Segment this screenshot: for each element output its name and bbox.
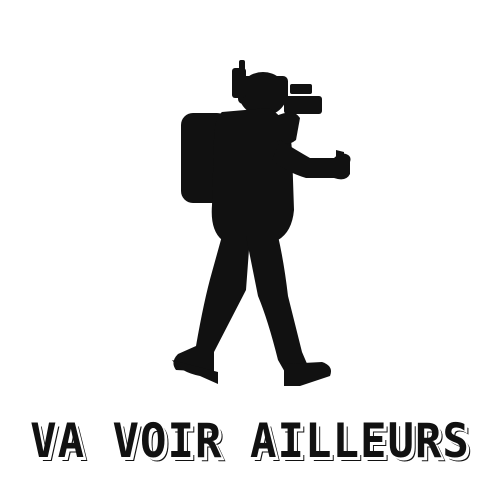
brand-wordmark: VA VOIR AILLEURS [30,413,470,469]
cameraman-walking-icon [172,60,351,386]
logo: VA VOIR AILLEURS [0,0,500,500]
